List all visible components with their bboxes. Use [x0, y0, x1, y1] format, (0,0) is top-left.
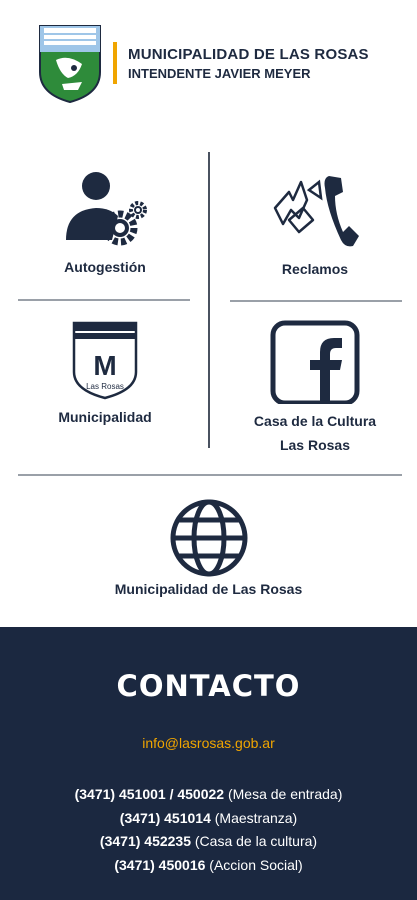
phone-list: (3471) 451001 / 450022 (Mesa de entrada)…: [0, 783, 417, 877]
facebook-icon: [270, 320, 360, 404]
phone-number: (3471) 452235: [99, 833, 191, 849]
tile-label: Municipalidad de Las Rosas: [114, 581, 303, 597]
phone-desc: (Mesa de entrada): [227, 786, 343, 802]
tile-label-line1: Casa de la Cultura: [253, 413, 377, 429]
tile-website[interactable]: Municipalidad de Las Rosas: [60, 498, 357, 600]
tile-label: Reclamos: [281, 261, 349, 277]
grid-divider-vertical: [208, 152, 210, 448]
phone-item[interactable]: (3471) 450016 (Accion Social): [0, 854, 417, 878]
phone-desc: (Maestranza): [214, 809, 298, 826]
tile-label: Autogestión: [64, 259, 146, 275]
tile-municipalidad[interactable]: M Las Rosas Municipalidad: [20, 320, 190, 428]
shield-m-icon: M Las Rosas: [72, 321, 138, 400]
user-gears-icon: [66, 172, 147, 246]
phone-desc: (Casa de la cultura): [194, 833, 318, 849]
grid-divider-right: [230, 300, 402, 302]
phone-item[interactable]: (3471) 451014 (Maestranza): [0, 807, 417, 831]
tile-label-line2: Las Rosas: [279, 437, 351, 453]
badge-text: Las Rosas: [86, 382, 124, 391]
badge-letter: M: [93, 350, 116, 381]
phone-item[interactable]: (3471) 451001 / 450022 (Mesa de entrada): [0, 783, 417, 807]
contact-email-link[interactable]: info@lasrosas.gob.ar: [0, 735, 417, 751]
header: MUNICIPALIDAD DE LAS ROSAS INTENDENTE JA…: [0, 0, 417, 128]
page-subtitle: INTENDENTE JAVIER MEYER: [128, 66, 311, 81]
tile-casa-cultura[interactable]: Casa de la Cultura Las Rosas: [222, 320, 408, 456]
tile-autogestion[interactable]: Autogestión: [20, 168, 190, 278]
page-title: MUNICIPALIDAD DE LAS ROSAS: [128, 46, 369, 63]
phone-desc: (Accion Social): [209, 856, 303, 873]
globe-icon: [170, 499, 247, 577]
grid-divider-left: [18, 299, 190, 301]
municipal-crest-icon: [39, 25, 101, 104]
tile-reclamos[interactable]: Reclamos: [230, 170, 400, 280]
header-accent-bar: [113, 42, 117, 84]
grid-divider-full: [18, 474, 402, 476]
phone-number: (3471) 451001 / 450022: [74, 786, 225, 802]
contact-footer: CONTACTO info@lasrosas.gob.ar (3471) 451…: [0, 627, 417, 900]
contact-title: CONTACTO: [116, 669, 301, 703]
phone-number: (3471) 451014: [119, 809, 211, 826]
phone-item[interactable]: (3471) 452235 (Casa de la cultura): [0, 830, 417, 854]
tile-label: Municipalidad: [58, 409, 152, 425]
phone-number: (3471) 450016: [114, 856, 206, 873]
phone-icon: [273, 176, 359, 247]
